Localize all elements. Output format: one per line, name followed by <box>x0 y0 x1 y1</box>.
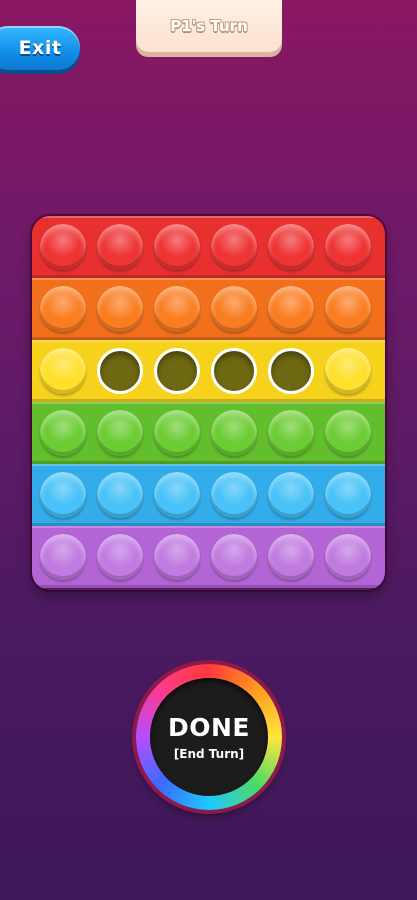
bubble-red-4[interactable] <box>211 224 257 270</box>
board-row-purple <box>32 526 385 588</box>
bubble-yellow-1[interactable] <box>40 348 86 394</box>
done-end-turn-button[interactable]: DONE [End Turn] <box>136 664 282 810</box>
bubble-blue-3[interactable] <box>154 472 200 518</box>
bubble-blue-6[interactable] <box>325 472 371 518</box>
board-row-red <box>32 216 385 278</box>
bubble-green-5[interactable] <box>268 410 314 456</box>
end-turn-label: [End Turn] <box>173 746 245 761</box>
bubble-blue-4[interactable] <box>211 472 257 518</box>
bubble-red-6[interactable] <box>325 224 371 270</box>
popped-bubble-yellow-4[interactable] <box>211 348 257 394</box>
bubble-purple-6[interactable] <box>325 534 371 580</box>
done-label: DONE <box>167 712 250 742</box>
bubble-red-1[interactable] <box>40 224 86 270</box>
board-row-yellow <box>32 340 385 402</box>
done-button-face: DONE [End Turn] <box>150 678 268 796</box>
board-row-orange <box>32 278 385 340</box>
board-row-green <box>32 402 385 464</box>
bubble-orange-3[interactable] <box>154 286 200 332</box>
bubble-red-5[interactable] <box>268 224 314 270</box>
popped-bubble-yellow-3[interactable] <box>154 348 200 394</box>
exit-button[interactable]: Exit <box>0 26 80 70</box>
bubble-blue-5[interactable] <box>268 472 314 518</box>
turn-indicator: P1's Turn <box>136 0 282 52</box>
bubble-orange-4[interactable] <box>211 286 257 332</box>
bubble-green-1[interactable] <box>40 410 86 456</box>
bubble-orange-6[interactable] <box>325 286 371 332</box>
bubble-red-2[interactable] <box>97 224 143 270</box>
bubble-green-3[interactable] <box>154 410 200 456</box>
bubble-purple-5[interactable] <box>268 534 314 580</box>
bubble-purple-3[interactable] <box>154 534 200 580</box>
popped-bubble-yellow-2[interactable] <box>97 348 143 394</box>
bubble-orange-2[interactable] <box>97 286 143 332</box>
bubble-purple-2[interactable] <box>97 534 143 580</box>
bubble-blue-2[interactable] <box>97 472 143 518</box>
bubble-orange-1[interactable] <box>40 286 86 332</box>
exit-label: Exit <box>18 37 62 59</box>
bubble-blue-1[interactable] <box>40 472 86 518</box>
bubble-orange-5[interactable] <box>268 286 314 332</box>
bubble-green-2[interactable] <box>97 410 143 456</box>
turn-label: P1's Turn <box>170 17 248 35</box>
bubble-green-6[interactable] <box>325 410 371 456</box>
board-row-blue <box>32 464 385 526</box>
popped-bubble-yellow-5[interactable] <box>268 348 314 394</box>
bubble-purple-1[interactable] <box>40 534 86 580</box>
bubble-yellow-6[interactable] <box>325 348 371 394</box>
bubble-green-4[interactable] <box>211 410 257 456</box>
pop-it-board <box>32 216 385 590</box>
bubble-red-3[interactable] <box>154 224 200 270</box>
bubble-purple-4[interactable] <box>211 534 257 580</box>
